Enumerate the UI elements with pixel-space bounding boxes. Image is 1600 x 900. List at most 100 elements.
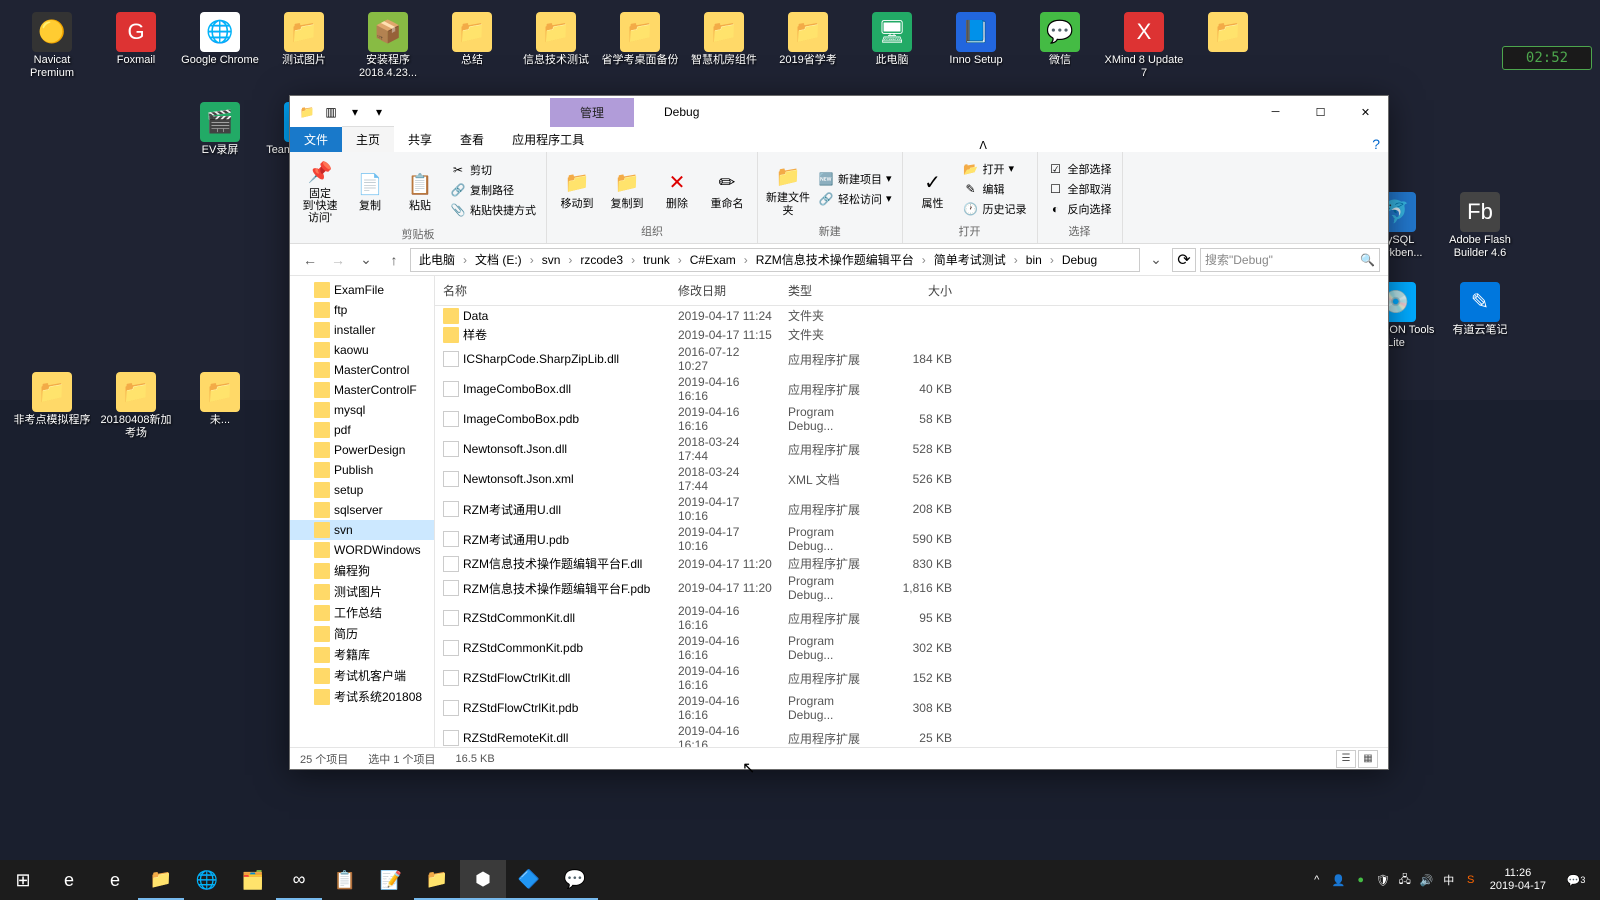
desktop-icon[interactable]: 📘Inno Setup	[934, 10, 1018, 100]
search-input[interactable]: 搜索"Debug"🔍	[1200, 248, 1380, 272]
cut-button[interactable]: ✂剪切	[448, 161, 538, 179]
view-large-icon[interactable]: ▦	[1358, 750, 1378, 768]
file-row[interactable]: RZM考试通用U.dll2019-04-17 10:16应用程序扩展208 KB	[435, 494, 1388, 524]
tree-item[interactable]: 考籍库	[290, 644, 434, 665]
desktop-icon[interactable]: 🎬EV录屏	[178, 100, 262, 190]
tray-clock[interactable]: 11:26 2019-04-17	[1484, 867, 1552, 893]
folder-tree[interactable]: ExamFileftpinstallerkaowuMasterControlMa…	[290, 276, 435, 747]
desktop-icon[interactable]: ✎有道云笔记	[1438, 280, 1522, 370]
taskbar-wechat[interactable]: 💬	[552, 860, 598, 900]
tray-notifications[interactable]: 💬3	[1556, 860, 1596, 900]
breadcrumb-segment[interactable]: 文档 (E:)	[471, 251, 526, 268]
moveto-button[interactable]: 📁移动到	[555, 166, 599, 210]
file-row[interactable]: RZStdFlowCtrlKit.pdb2019-04-16 16:16Prog…	[435, 693, 1388, 723]
pin-quickaccess-button[interactable]: 📌固定到'快速访问'	[298, 156, 342, 224]
selectnone-button[interactable]: ☐全部取消	[1046, 180, 1114, 198]
file-row[interactable]: ICSharpCode.SharpZipLib.dll2016-07-12 10…	[435, 344, 1388, 374]
tray-sogou-icon[interactable]: S	[1462, 871, 1480, 889]
tree-item[interactable]: ExamFile	[290, 280, 434, 300]
taskbar-ie[interactable]: e	[46, 860, 92, 900]
taskbar-app5[interactable]: ⬢	[460, 860, 506, 900]
file-row[interactable]: ImageComboBox.dll2019-04-16 16:16应用程序扩展4…	[435, 374, 1388, 404]
breadcrumb-segment[interactable]: 简单考试测试	[930, 251, 1010, 268]
file-row[interactable]: RZStdCommonKit.pdb2019-04-16 16:16Progra…	[435, 633, 1388, 663]
desktop-icon[interactable]: 📁20180408新加考场	[94, 370, 178, 460]
file-row[interactable]: RZM考试通用U.pdb2019-04-17 10:16Program Debu…	[435, 524, 1388, 554]
desktop-icon[interactable]: 📁	[1186, 10, 1270, 100]
ribbon-tab-apptools[interactable]: 应用程序工具	[498, 127, 598, 152]
delete-button[interactable]: ✕删除	[655, 166, 699, 210]
breadcrumb-dropdown[interactable]: ⌄	[1144, 248, 1168, 272]
breadcrumb-segment[interactable]: svn	[538, 253, 565, 267]
taskbar-app2[interactable]: 📋	[322, 860, 368, 900]
history-button[interactable]: 🕐历史记录	[961, 200, 1029, 218]
close-button[interactable]: ✕	[1343, 97, 1388, 127]
newfolder-button[interactable]: 📁新建文件夹	[766, 160, 810, 216]
tree-item[interactable]: installer	[290, 320, 434, 340]
tray-overflow-icon[interactable]: ^	[1308, 871, 1326, 889]
taskbar-explorer[interactable]: 📁	[138, 860, 184, 900]
col-size[interactable]: 大小	[890, 276, 960, 305]
file-row[interactable]: RZM信息技术操作题编辑平台F.dll2019-04-17 11:20应用程序扩…	[435, 554, 1388, 573]
up-button[interactable]: ↑	[382, 248, 406, 272]
ribbon-tab-home[interactable]: 主页	[342, 126, 394, 152]
file-row[interactable]: Data2019-04-17 11:24文件夹	[435, 306, 1388, 325]
tree-item[interactable]: 测试图片	[290, 581, 434, 602]
desktop-icon[interactable]: 📁省学考桌面备份	[598, 10, 682, 100]
file-row[interactable]: RZStdRemoteKit.dll2019-04-16 16:16应用程序扩展…	[435, 723, 1388, 747]
ribbon-tab-view[interactable]: 查看	[446, 127, 498, 152]
tree-item[interactable]: kaowu	[290, 340, 434, 360]
desktop-icon[interactable]: FbAdobe Flash Builder 4.6	[1438, 190, 1522, 280]
file-row[interactable]: RZM信息技术操作题编辑平台F.pdb2019-04-17 11:20Progr…	[435, 573, 1388, 603]
breadcrumb-segment[interactable]: trunk	[639, 253, 674, 267]
tree-item[interactable]: 工作总结	[290, 602, 434, 623]
breadcrumb[interactable]: 此电脑›文档 (E:)›svn›rzcode3›trunk›C#Exam›RZM…	[410, 248, 1140, 272]
breadcrumb-segment[interactable]: Debug	[1058, 253, 1101, 267]
tray-people-icon[interactable]: 👤	[1330, 871, 1348, 889]
minimize-ribbon-icon[interactable]: ᐱ	[979, 139, 987, 152]
tree-item[interactable]: PowerDesign	[290, 440, 434, 460]
desktop-icon[interactable]: XXMind 8 Update 7	[1102, 10, 1186, 100]
ribbon-tab-share[interactable]: 共享	[394, 127, 446, 152]
copy-button[interactable]: 📄复制	[348, 168, 392, 212]
desktop-icon[interactable]: 🖥此电脑	[850, 10, 934, 100]
col-name[interactable]: 名称	[435, 276, 670, 305]
file-row[interactable]: Newtonsoft.Json.dll2018-03-24 17:44应用程序扩…	[435, 434, 1388, 464]
file-row[interactable]: 样卷2019-04-17 11:15文件夹	[435, 325, 1388, 344]
tree-item[interactable]: sqlserver	[290, 500, 434, 520]
tree-item[interactable]: svn	[290, 520, 434, 540]
taskbar-edge[interactable]: e	[92, 860, 138, 900]
tree-item[interactable]: 考试系统201808	[290, 686, 434, 707]
copy-path-button[interactable]: 🔗复制路径	[448, 181, 538, 199]
tree-item[interactable]: 考试机客户端	[290, 665, 434, 686]
edit-button[interactable]: ✎编辑	[961, 180, 1029, 198]
tree-item[interactable]: 简历	[290, 623, 434, 644]
desktop-icon[interactable]: 💬微信	[1018, 10, 1102, 100]
help-icon[interactable]: ?	[1372, 136, 1380, 152]
taskbar-visualstudio[interactable]: ∞	[276, 860, 322, 900]
breadcrumb-segment[interactable]: rzcode3	[576, 253, 627, 267]
selectall-button[interactable]: ☑全部选择	[1046, 160, 1114, 178]
desktop-icon[interactable]: 🟡Navicat Premium	[10, 10, 94, 100]
taskbar-chrome[interactable]: 🌐	[184, 860, 230, 900]
qat-dropdown-icon[interactable]: ▾	[368, 101, 390, 123]
paste-button[interactable]: 📋粘贴	[398, 168, 442, 212]
desktop-icon[interactable]: 📁非考点模拟程序	[10, 370, 94, 460]
easyaccess-button[interactable]: 🔗轻松访问 ▾	[816, 190, 894, 208]
maximize-button[interactable]: ☐	[1298, 97, 1343, 127]
qat-properties-icon[interactable]: ▥	[320, 101, 342, 123]
refresh-button[interactable]: ⟳	[1172, 248, 1196, 272]
desktop-icon[interactable]: 📁总结	[430, 10, 514, 100]
copyto-button[interactable]: 📁复制到	[605, 166, 649, 210]
col-date[interactable]: 修改日期	[670, 276, 780, 305]
qat-newfolder-icon[interactable]: ▾	[344, 101, 366, 123]
properties-button[interactable]: ✓属性	[911, 166, 955, 210]
desktop-icon[interactable]: 📦安装程序2018.4.23...	[346, 10, 430, 100]
start-button[interactable]: ⊞	[0, 860, 46, 900]
rename-button[interactable]: ✏重命名	[705, 166, 749, 210]
tree-item[interactable]: WORDWindows	[290, 540, 434, 560]
newitem-button[interactable]: 🆕新建项目 ▾	[816, 170, 894, 188]
ribbon-tab-file[interactable]: 文件	[290, 127, 342, 152]
tree-item[interactable]: 编程狗	[290, 560, 434, 581]
view-details-icon[interactable]: ☰	[1336, 750, 1356, 768]
